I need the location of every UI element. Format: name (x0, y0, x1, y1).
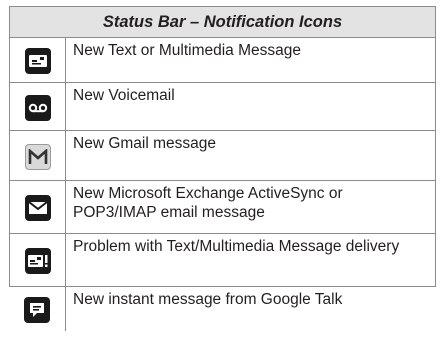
table-row: New instant message from Google Talk (9, 287, 436, 331)
row-label: New Voicemail (66, 83, 436, 130)
row-label: New Microsoft Exchange ActiveSync or POP… (66, 181, 436, 233)
email-envelope-icon (24, 195, 51, 221)
message-error-icon (24, 248, 51, 274)
notification-icons-table: Status Bar – Notification Icons New Text… (9, 6, 436, 331)
gmail-icon (24, 143, 51, 170)
table-row: New Microsoft Exchange ActiveSync or POP… (9, 181, 436, 234)
table-row: New Voicemail (9, 83, 436, 131)
row-label: New instant message from Google Talk (73, 291, 343, 308)
google-talk-icon (24, 297, 50, 323)
table-row: New Text or Multimedia Message (9, 38, 436, 83)
row-label: New Text or Multimedia Message (66, 38, 436, 82)
voicemail-icon (24, 94, 51, 121)
row-label: Problem with Text/Multimedia Message del… (66, 234, 436, 286)
table-header: Status Bar – Notification Icons (9, 6, 436, 38)
table-row: Problem with Text/Multimedia Message del… (9, 234, 436, 287)
sms-message-icon (24, 48, 51, 74)
row-label: New Gmail message (66, 131, 436, 180)
table-row: New Gmail message (9, 131, 436, 181)
